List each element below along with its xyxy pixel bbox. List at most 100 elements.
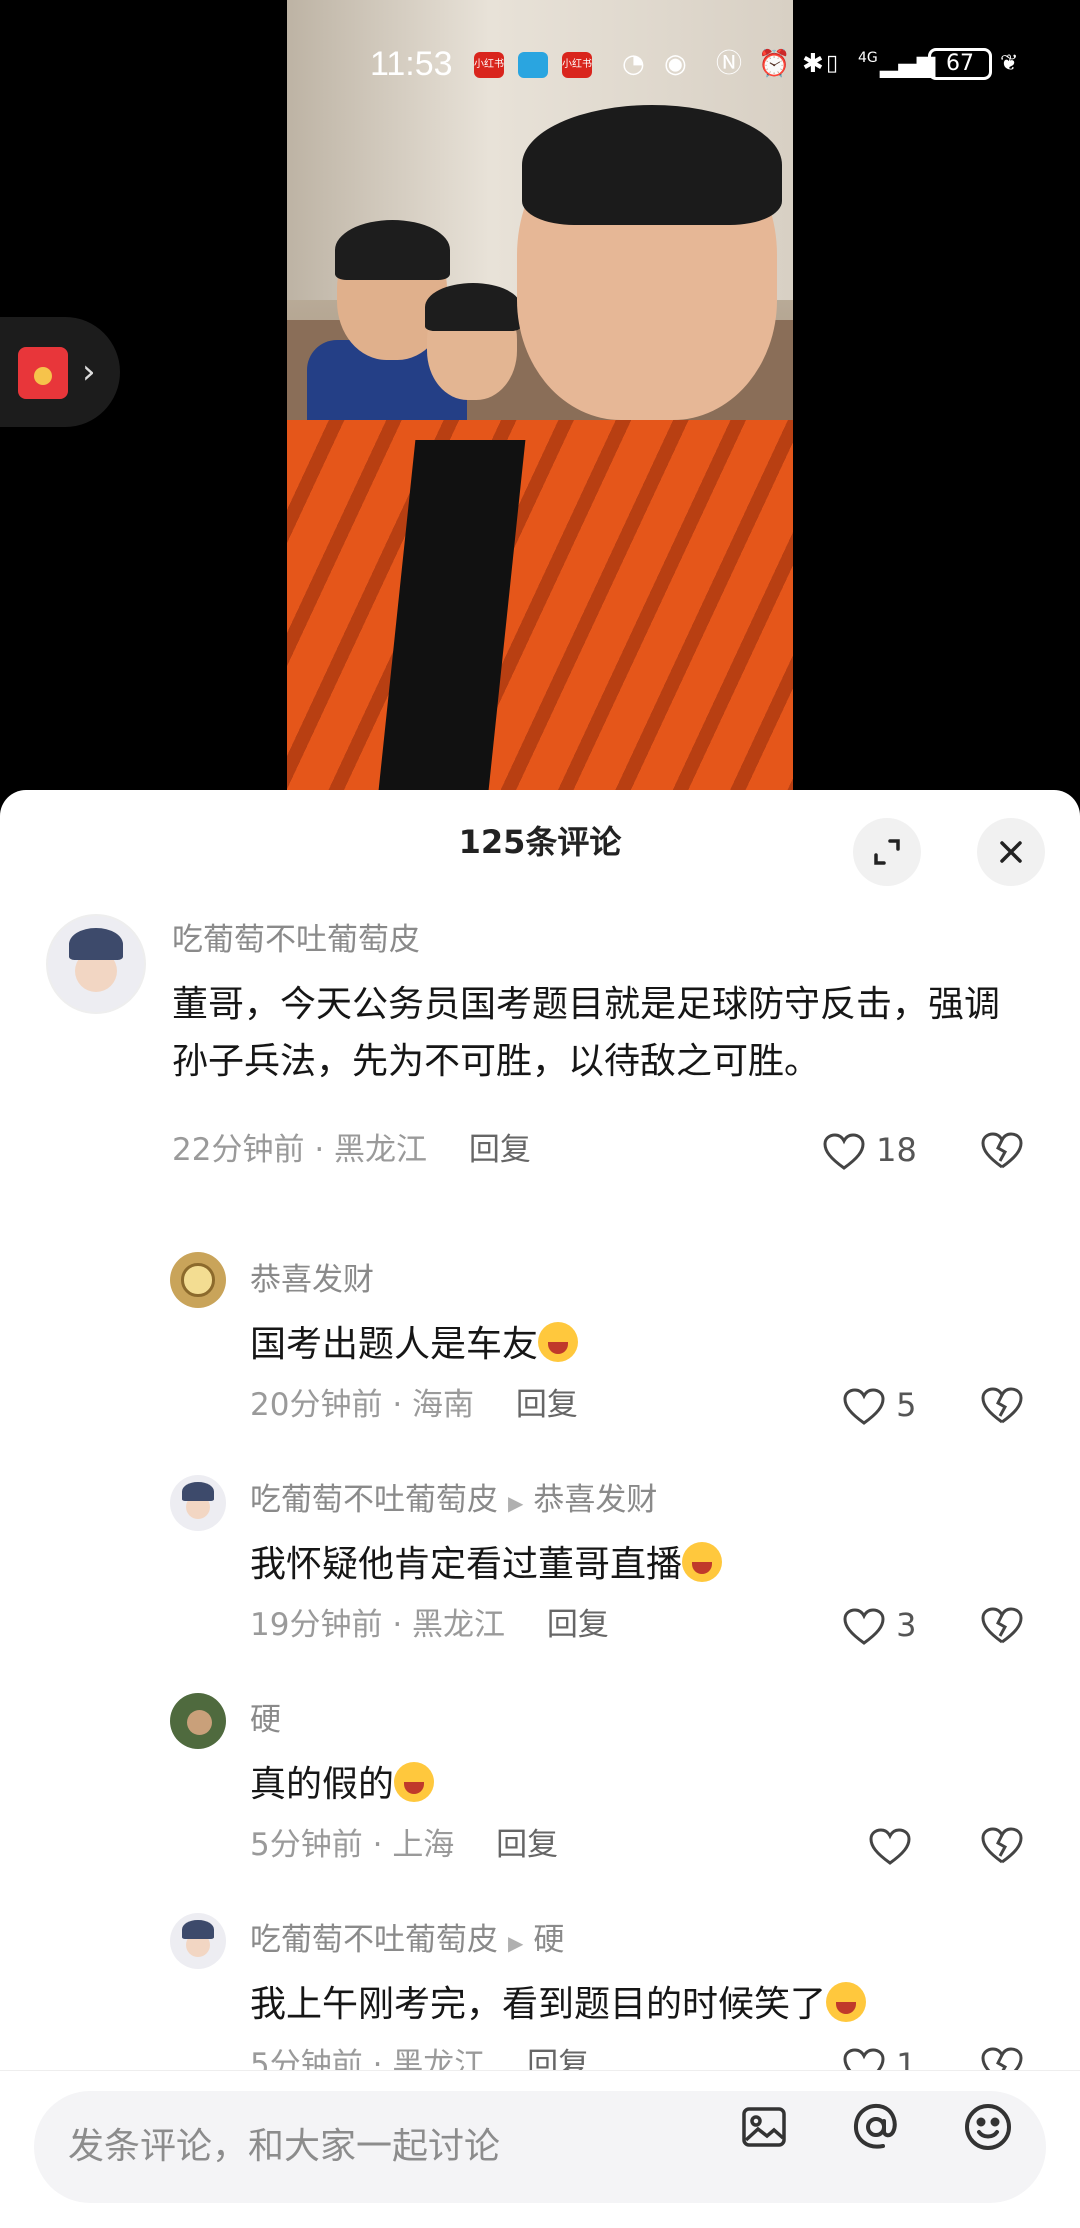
image-button[interactable] <box>736 2099 792 2155</box>
video-frame[interactable] <box>287 0 793 790</box>
reply-button[interactable]: 回复 <box>496 1827 558 1863</box>
comment-time: 5分钟前 <box>250 1827 363 1863</box>
comment-username-line: 吃葡萄不吐葡萄皮 ▶ 硬 <box>250 1920 564 1963</box>
bluetooth-icon: ✱ <box>802 49 824 79</box>
nfc-icon: Ⓝ <box>716 49 743 79</box>
meta-separator: · <box>392 1387 413 1423</box>
comment-text-content: 我怀疑他肯定看过董哥直播 <box>250 1544 683 1585</box>
close-button[interactable] <box>977 818 1045 886</box>
comment-time: 22分钟前 <box>172 1132 305 1168</box>
laughing-crying-emoji-icon <box>394 1762 435 1802</box>
reply-arrow-icon: ▶ <box>508 1491 524 1515</box>
avatar-coin <box>181 1263 215 1297</box>
battery-icon: 67 <box>928 48 992 80</box>
video-main-person-hair <box>522 105 782 225</box>
xiaohongshu-notification-icon: 小红书 <box>562 52 592 78</box>
comment-username[interactable]: 硬 <box>250 1700 281 1740</box>
comment-text: 真的假的 <box>250 1756 435 1813</box>
avatar[interactable] <box>170 1252 226 1308</box>
comment-input-bar: 发条评论，和大家一起讨论 <box>0 2070 1080 2228</box>
video-jacket <box>287 420 793 790</box>
chevron-right-icon: › <box>82 352 96 392</box>
like-button[interactable]: 18 <box>822 1130 917 1172</box>
red-packet-icon <box>18 347 68 399</box>
laughing-crying-emoji-icon <box>538 1322 579 1362</box>
reply-to-username[interactable]: 恭喜发财 <box>533 1482 657 1518</box>
comment-username[interactable]: 吃葡萄不吐葡萄皮 <box>250 1922 498 1958</box>
dislike-button[interactable] <box>980 1385 1024 1426</box>
data-saver-icon: ◔ <box>622 49 645 79</box>
comment-meta: 22分钟前 · 黑龙江 回复 <box>172 1130 531 1170</box>
dislike-button[interactable] <box>980 1825 1024 1866</box>
mention-button[interactable] <box>848 2099 904 2155</box>
dislike-button[interactable] <box>980 1130 1024 1171</box>
heart-icon <box>843 1608 885 1645</box>
meta-separator: · <box>372 1827 393 1863</box>
broken-heart-icon <box>981 1386 1023 1423</box>
like-count: 3 <box>896 1606 917 1644</box>
avatar[interactable] <box>170 1913 226 1969</box>
network-type: 4G <box>858 50 878 66</box>
comment-text-content: 真的假的 <box>250 1764 395 1805</box>
comment-meta: 20分钟前 · 海南 回复 <box>250 1385 578 1425</box>
red-packet-button[interactable]: › <box>0 317 120 427</box>
comment-location: 黑龙江 <box>412 1607 506 1643</box>
broken-heart-icon <box>981 1131 1023 1168</box>
reply-arrow-icon: ▶ <box>508 1931 524 1955</box>
comment-username[interactable]: 吃葡萄不吐葡萄皮 <box>250 1482 498 1518</box>
like-button[interactable]: 3 <box>842 1605 917 1647</box>
avatar[interactable] <box>170 1693 226 1749</box>
comment-meta: 5分钟前 · 上海 回复 <box>250 1825 558 1865</box>
image-icon <box>742 2107 786 2147</box>
heart-icon <box>843 1388 885 1425</box>
dislike-button[interactable] <box>980 1605 1024 1646</box>
expand-button[interactable] <box>853 818 921 886</box>
avatar-hat <box>182 1481 214 1501</box>
heart-icon <box>869 1828 911 1865</box>
vibrate-icon: ▯ <box>826 51 839 76</box>
status-time: 11:53 <box>370 45 453 83</box>
comment-sheet: 125条评论 吃葡萄不吐葡萄皮 董哥，今天公务员国考题目就是足球防守反击，强调孙… <box>0 790 1080 2228</box>
crying-emoji-icon <box>826 1982 867 2022</box>
emoji-button[interactable] <box>960 2099 1016 2155</box>
like-button[interactable]: 5 <box>842 1385 917 1427</box>
comment-time: 19分钟前 <box>250 1607 383 1643</box>
crying-emoji-icon <box>682 1542 723 1582</box>
comment-text: 我上午刚考完，看到题目的时候笑了 <box>250 1976 867 2033</box>
alarm-icon: ⏰ <box>758 49 791 79</box>
avatar-hat <box>182 1919 214 1939</box>
comment-meta: 19分钟前 · 黑龙江 回复 <box>250 1605 609 1645</box>
avatar-hat <box>69 927 123 961</box>
comment-username[interactable]: 恭喜发财 <box>250 1260 374 1300</box>
comment-text: 我怀疑他肯定看过董哥直播 <box>250 1536 723 1593</box>
comment-input-placeholder: 发条评论，和大家一起讨论 <box>68 2126 501 2167</box>
comment-text-content: 我上午刚考完，看到题目的时候笑了 <box>250 1984 827 2025</box>
meta-separator: · <box>314 1132 335 1168</box>
expand-icon <box>874 839 900 865</box>
like-button[interactable] <box>868 1825 912 1867</box>
comment-username-line: 吃葡萄不吐葡萄皮 ▶ 恭喜发财 <box>250 1480 657 1523</box>
reply-button[interactable]: 回复 <box>516 1387 578 1423</box>
avatar[interactable] <box>46 914 146 1014</box>
eye-icon: ◉ <box>664 49 687 79</box>
reply-button[interactable]: 回复 <box>547 1607 609 1643</box>
comment-time: 20分钟前 <box>250 1387 383 1423</box>
reply-to-username[interactable]: 硬 <box>533 1922 564 1958</box>
comment-location: 海南 <box>412 1387 475 1423</box>
like-count: 5 <box>896 1386 917 1424</box>
avatar-image <box>186 1709 212 1735</box>
comment-text-content: 国考出题人是车友 <box>250 1324 539 1365</box>
heart-icon <box>823 1133 865 1170</box>
broken-heart-icon <box>981 1606 1023 1643</box>
comment-location: 黑龙江 <box>334 1132 428 1168</box>
avatar[interactable] <box>170 1475 226 1531</box>
status-bar: 11:53 小红书 小红书 ◔ ◉ Ⓝ ⏰ ✱ ▯ 4G ▂▄▆ 67 ❦ <box>0 42 1080 86</box>
meta-separator: · <box>392 1607 413 1643</box>
reply-button[interactable]: 回复 <box>469 1132 531 1168</box>
video-person-hair <box>425 283 521 331</box>
video-person-hair <box>335 220 450 280</box>
video-player[interactable] <box>0 0 1080 800</box>
like-count: 18 <box>876 1131 917 1169</box>
comment-username[interactable]: 吃葡萄不吐葡萄皮 <box>172 920 420 960</box>
at-icon <box>853 2104 897 2149</box>
